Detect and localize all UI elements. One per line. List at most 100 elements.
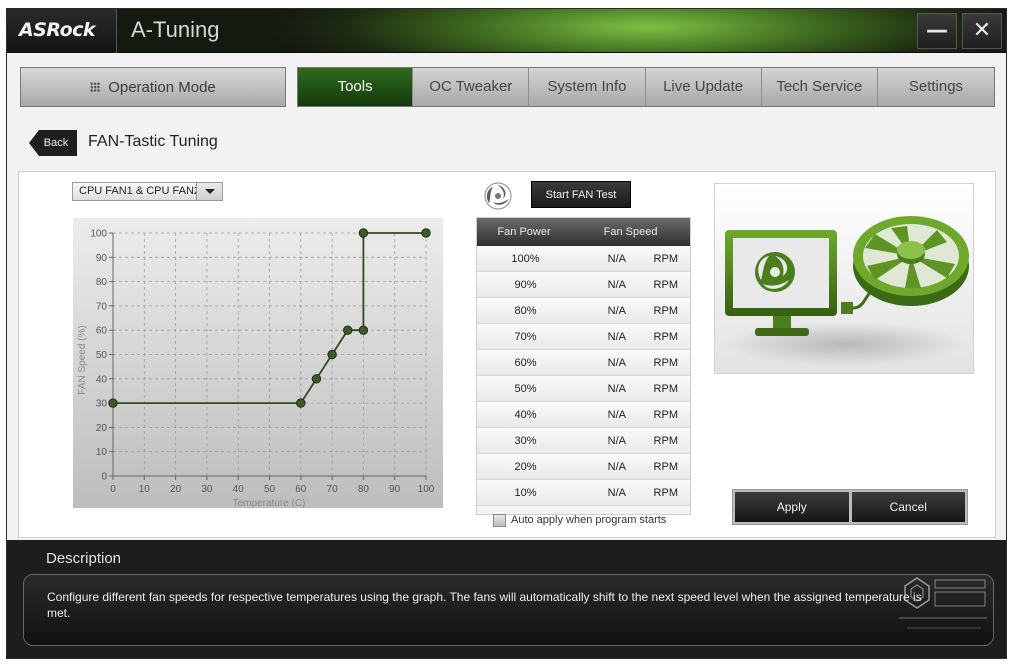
curve-point[interactable]: [421, 228, 431, 238]
y-tick-label: 80: [96, 277, 108, 288]
fan-illustration: [714, 183, 974, 374]
start-fan-test-button[interactable]: Start FAN Test: [531, 181, 631, 208]
fan-power-cell: 30%: [514, 434, 537, 447]
operation-mode-button[interactable]: Operation Mode: [20, 67, 286, 107]
table-row: 70% N/A RPM: [477, 324, 690, 350]
fan-power-cell: 80%: [514, 304, 537, 317]
fan-speed-cell: N/A: [607, 356, 626, 369]
tab-tools[interactable]: Tools: [298, 68, 414, 106]
fan-power-cell: 20%: [514, 460, 537, 473]
fan-select-dropdown[interactable]: CPU FAN1 & CPU FAN2: [72, 182, 223, 201]
apply-button[interactable]: Apply: [735, 492, 849, 522]
fan-power-cell: 40%: [514, 408, 537, 421]
fan-speed-cell: N/A: [607, 252, 626, 265]
fan-speed-cell: N/A: [607, 486, 626, 499]
main-tabs: Tools OC Tweaker System Info Live Update…: [297, 67, 995, 107]
curve-point[interactable]: [358, 325, 369, 335]
column-fan-power: Fan Power: [497, 226, 551, 238]
column-fan-speed: Fan Speed: [603, 226, 658, 238]
table-row: 80% N/A RPM: [477, 298, 690, 324]
x-tick-label: 100: [418, 484, 435, 495]
rpm-unit-cell: RPM: [653, 304, 678, 317]
action-bar: Apply Cancel: [732, 489, 968, 525]
fan-curve-chart[interactable]: 0 10 20 30 40 50 60 70 80 90 100 0 10 20 30 40 50 60 70 80 9…: [73, 218, 443, 509]
fan-speed-cell: N/A: [607, 408, 626, 421]
fan-speed-table: Fan Power Fan Speed 100% N/A RPM 90% N/A RPM 8…: [476, 217, 691, 515]
description-box: Configure different fan speeds for respe…: [23, 574, 994, 646]
curve-point[interactable]: [358, 228, 369, 238]
tab-live-update[interactable]: Live Update: [646, 68, 762, 106]
table-row: 10% N/A RPM: [477, 480, 690, 506]
rpm-unit-cell: RPM: [653, 278, 678, 291]
curve-point[interactable]: [327, 349, 337, 360]
y-tick-label: 50: [96, 350, 108, 361]
tab-settings[interactable]: Settings: [878, 68, 994, 106]
table-row: 60% N/A RPM: [477, 350, 690, 376]
table-row: 90% N/A RPM: [477, 272, 690, 298]
x-tick-label: 70: [327, 484, 339, 495]
x-tick-label: 60: [295, 484, 307, 495]
fan-speed-cell: N/A: [607, 304, 626, 317]
fan-speed-cell: N/A: [607, 330, 626, 343]
y-tick-label: 90: [96, 253, 108, 264]
minimize-button[interactable]: —: [917, 13, 957, 49]
monitor-fan-illustration-icon: [725, 216, 969, 366]
fan-power-cell: 50%: [514, 382, 537, 395]
description-text: Configure different fan speeds for respe…: [47, 590, 922, 620]
operation-mode-label: Operation Mode: [108, 78, 216, 96]
title-bar: ASRock A-Tuning — ✕: [7, 9, 1006, 53]
x-tick-label: 20: [170, 484, 182, 495]
y-tick-label: 40: [96, 374, 108, 385]
fan-power-cell: 70%: [514, 330, 537, 343]
x-tick-label: 50: [264, 484, 276, 495]
fan-power-cell: 90%: [514, 278, 537, 291]
fan-speed-cell: N/A: [607, 382, 626, 395]
table-row: 100% N/A RPM: [477, 246, 690, 272]
fan-power-cell: 60%: [514, 356, 537, 369]
app-title: A-Tuning: [131, 17, 220, 42]
y-tick-label: 0: [101, 472, 107, 483]
x-tick-label: 80: [358, 484, 370, 495]
auto-apply-option[interactable]: Auto apply when program starts: [493, 513, 666, 527]
y-tick-label: 10: [96, 447, 108, 458]
tab-tech-service[interactable]: Tech Service: [762, 68, 878, 106]
fan-select-value: CPU FAN1 & CPU FAN2: [79, 185, 201, 197]
x-tick-label: 40: [233, 484, 245, 495]
y-tick-label: 20: [96, 423, 108, 434]
auto-apply-label: Auto apply when program starts: [511, 514, 667, 526]
curve-point[interactable]: [311, 374, 322, 384]
tab-system-info[interactable]: System Info: [529, 68, 646, 106]
back-button[interactable]: Back: [29, 130, 77, 156]
cancel-button[interactable]: Cancel: [851, 492, 965, 522]
rpm-unit-cell: RPM: [653, 408, 678, 421]
curve-point[interactable]: [108, 398, 118, 408]
close-button[interactable]: ✕: [962, 13, 1002, 49]
y-tick-label: 100: [90, 229, 107, 240]
curve-point[interactable]: [296, 398, 306, 408]
rpm-unit-cell: RPM: [653, 330, 678, 343]
fan-speed-cell: N/A: [607, 434, 626, 447]
rpm-unit-cell: RPM: [653, 252, 678, 265]
fan-speed-cell: N/A: [607, 460, 626, 473]
curve-point[interactable]: [343, 325, 353, 335]
auto-apply-checkbox[interactable]: [493, 513, 506, 527]
tab-oc-tweaker[interactable]: OC Tweaker: [413, 68, 530, 106]
table-header: Fan Power Fan Speed: [477, 218, 690, 246]
y-tick-label: 60: [96, 326, 108, 337]
fan-curve-svg[interactable]: 0 10 20 30 40 50 60 70 80 90 100 0 10 20 30 40 50 60 70 80 9…: [73, 218, 443, 509]
chevron-down-icon[interactable]: [196, 183, 222, 200]
app-window: ASRock A-Tuning — ✕ Operation Mode Tools…: [6, 8, 1007, 659]
page-title: FAN-Tastic Tuning: [88, 133, 218, 150]
fan-icon: [484, 182, 512, 210]
x-tick-label: 0: [110, 484, 116, 495]
table-row: 30% N/A RPM: [477, 428, 690, 454]
description-title: Description: [46, 550, 122, 567]
x-tick-label: 90: [389, 484, 401, 495]
brand-logo: ASRock: [7, 9, 117, 53]
rpm-unit-cell: RPM: [653, 382, 678, 395]
table-row: 50% N/A RPM: [477, 376, 690, 402]
rpm-unit-cell: RPM: [653, 460, 678, 473]
table-row: 40% N/A RPM: [477, 402, 690, 428]
grid-icon: [90, 82, 101, 92]
fan-power-cell: 100%: [511, 252, 540, 265]
